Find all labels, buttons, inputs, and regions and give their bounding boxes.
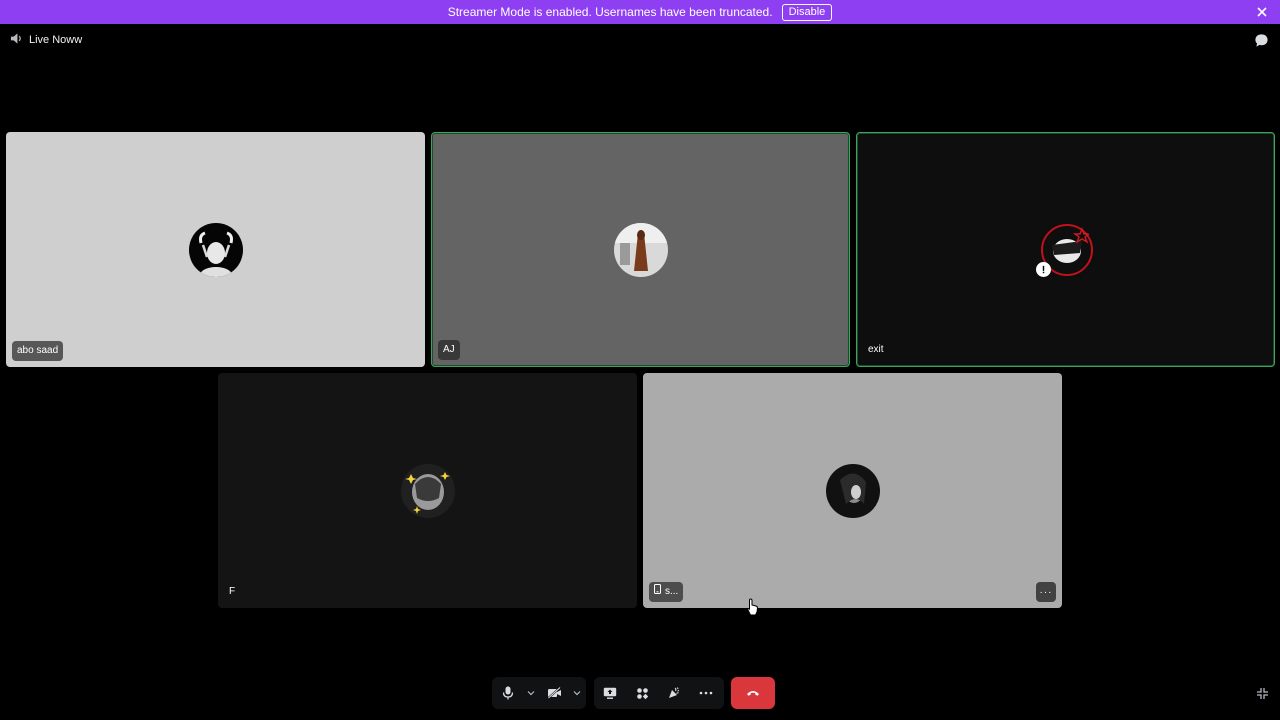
- channel-name: Live Noww: [29, 34, 83, 46]
- activity-controls: [594, 677, 724, 709]
- avatar: [400, 463, 455, 518]
- participant-tile[interactable]: F: [218, 373, 637, 608]
- streamer-mode-banner: Streamer Mode is enabled. Usernames have…: [0, 0, 1280, 24]
- participant-tile[interactable]: exit: [856, 132, 1275, 367]
- participant-tile[interactable]: s... ···: [643, 373, 1062, 608]
- participant-name: s...: [649, 582, 684, 602]
- call-header: Live Noww: [0, 30, 1280, 50]
- streamer-mode-text: Streamer Mode is enabled. Usernames have…: [447, 5, 773, 19]
- chevron-down-icon[interactable]: [570, 677, 584, 709]
- participant-name-text: F: [229, 586, 236, 597]
- voice-channel-icon: [10, 32, 23, 48]
- pointer-cursor-icon: [747, 598, 759, 621]
- disconnect-icon: [746, 684, 760, 702]
- camera-off-icon[interactable]: [538, 677, 570, 709]
- close-icon[interactable]: [1254, 4, 1270, 20]
- participant-tile[interactable]: AJ: [431, 132, 850, 367]
- channel-title: Live Noww: [10, 32, 82, 48]
- participant-name-text: abo saad: [17, 345, 59, 356]
- disable-streamer-mode-button[interactable]: Disable: [781, 3, 833, 21]
- call-controls: [0, 677, 1280, 709]
- screen-share-icon[interactable]: [594, 677, 626, 709]
- participant-name-text: s...: [665, 586, 679, 597]
- participant-tile[interactable]: abo saad: [6, 132, 425, 367]
- participant-name-text: AJ: [443, 344, 455, 355]
- chevron-down-icon[interactable]: [524, 677, 538, 709]
- more-options-icon[interactable]: ···: [1036, 582, 1056, 602]
- more-icon[interactable]: [690, 677, 722, 709]
- participant-name-text: exit: [868, 344, 884, 355]
- avatar: [188, 222, 243, 277]
- audio-video-controls: [492, 677, 586, 709]
- participant-name: exit: [863, 340, 889, 360]
- exit-fullscreen-icon[interactable]: [1254, 685, 1270, 701]
- mute-indicator-icon: [1036, 262, 1051, 277]
- disconnect-button[interactable]: [731, 677, 775, 709]
- participant-name: F: [224, 582, 240, 602]
- chat-bubble-icon[interactable]: [1252, 31, 1270, 49]
- participant-name: abo saad: [12, 341, 64, 361]
- avatar: [613, 222, 668, 277]
- avatar: [825, 463, 880, 518]
- participant-name: AJ: [438, 340, 460, 360]
- activities-icon[interactable]: [626, 677, 658, 709]
- microphone-icon[interactable]: [492, 677, 524, 709]
- soundboard-icon[interactable]: [658, 677, 690, 709]
- mobile-icon: [654, 582, 661, 602]
